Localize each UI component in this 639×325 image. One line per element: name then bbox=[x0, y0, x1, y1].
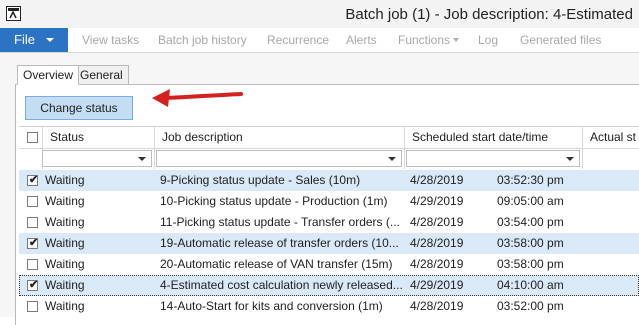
row-select-checkbox[interactable] bbox=[27, 301, 38, 312]
scheduled-time-cell: 03:52:00 pm bbox=[497, 299, 564, 313]
job-description-cell: 19-Automatic release of transfer orders … bbox=[160, 236, 399, 250]
job-description-cell: 4-Estimated cost calculation newly relea… bbox=[160, 278, 402, 292]
scheduled-date-cell: 4/29/2019 bbox=[410, 194, 464, 208]
job-description-cell: 20-Automatic release of VAN transfer (15… bbox=[160, 257, 393, 271]
chevron-down-icon bbox=[138, 157, 146, 161]
table-row[interactable]: Waiting 20-Automatic release of VAN trans… bbox=[19, 254, 639, 275]
status-filter-dropdown[interactable] bbox=[42, 150, 152, 167]
grid-header: Status Job description Scheduled start d… bbox=[19, 127, 639, 149]
scheduled-date-cell: 4/28/2019 bbox=[410, 299, 464, 313]
column-header-job-description[interactable]: Job description bbox=[162, 127, 243, 148]
column-header-status[interactable]: Status bbox=[50, 127, 84, 148]
scheduled-date-cell: 4/28/2019 bbox=[410, 257, 464, 271]
status-cell: Waiting bbox=[45, 173, 85, 187]
title-bar: Batch job (1) - Job description: 4-Estim… bbox=[0, 0, 639, 28]
status-cell: Waiting bbox=[45, 278, 85, 292]
checkmark-icon: ✔ bbox=[29, 279, 39, 291]
row-select-checkbox[interactable] bbox=[27, 196, 38, 207]
scheduled-date-cell: 4/28/2019 bbox=[410, 236, 464, 250]
action-pane: File View tasks Batch job history Recurr… bbox=[0, 28, 639, 53]
row-select-checkbox[interactable] bbox=[27, 217, 38, 228]
job-description-filter[interactable] bbox=[156, 150, 402, 167]
menu-view-tasks[interactable]: View tasks bbox=[82, 28, 139, 52]
scheduled-time-cell: 03:52:30 pm bbox=[497, 173, 564, 187]
filter-row bbox=[19, 149, 639, 169]
chevron-down-icon bbox=[453, 38, 460, 42]
chevron-down-icon bbox=[46, 38, 54, 42]
scheduled-start-filter[interactable] bbox=[406, 150, 580, 167]
job-description-cell: 10-Picking status update - Production (1… bbox=[160, 194, 388, 208]
menu-generated-files[interactable]: Generated files bbox=[520, 28, 601, 52]
scheduled-time-cell: 09:05:00 am bbox=[497, 194, 564, 208]
job-description-cell: 9-Picking status update - Sales (10m) bbox=[160, 173, 361, 187]
chevron-down-icon bbox=[566, 157, 574, 161]
row-select-checkbox[interactable] bbox=[27, 259, 38, 270]
tab-general[interactable]: General bbox=[74, 65, 129, 85]
status-cell: Waiting bbox=[45, 257, 85, 271]
table-row[interactable]: Waiting 11-Picking status update - Transf… bbox=[19, 212, 639, 233]
menu-alerts[interactable]: Alerts bbox=[346, 28, 377, 52]
table-row[interactable]: Waiting 10-Picking status update - Produc… bbox=[19, 191, 639, 212]
scheduled-time-cell: 03:58:00 pm bbox=[497, 257, 564, 271]
select-all-checkbox[interactable] bbox=[27, 132, 38, 143]
scheduled-time-cell: 03:58:00 pm bbox=[497, 236, 564, 250]
status-cell: Waiting bbox=[45, 299, 85, 313]
checkmark-icon: ✔ bbox=[29, 174, 39, 186]
status-cell: Waiting bbox=[45, 194, 85, 208]
checkmark-icon: ✔ bbox=[29, 237, 39, 249]
job-description-cell: 11-Picking status update - Transfer orde… bbox=[160, 215, 400, 229]
change-status-button[interactable]: Change status bbox=[25, 96, 133, 120]
status-cell: Waiting bbox=[45, 236, 85, 250]
menu-batch-job-history[interactable]: Batch job history bbox=[158, 28, 247, 52]
column-header-scheduled-start[interactable]: Scheduled start date/time bbox=[412, 127, 548, 148]
scheduled-date-cell: 4/29/2019 bbox=[410, 278, 464, 292]
window-title: Batch job (1) - Job description: 4-Estim… bbox=[345, 6, 633, 23]
row-select-checkbox[interactable]: ✔ bbox=[27, 279, 39, 291]
batch-job-grid: Status Job description Scheduled start d… bbox=[19, 126, 639, 318]
menu-functions[interactable]: Functions bbox=[398, 28, 460, 52]
job-description-cell: 14-Auto-Start for kits and conversion (1… bbox=[160, 299, 383, 313]
row-select-checkbox[interactable]: ✔ bbox=[27, 174, 39, 186]
menu-recurrence[interactable]: Recurrence bbox=[267, 28, 329, 52]
table-row[interactable]: ✔ Waiting 4-Estimated cost calculation new… bbox=[19, 275, 639, 296]
table-row[interactable]: ✔ Waiting 9-Picking status update - Sales … bbox=[19, 170, 639, 191]
table-row[interactable]: ✔ Waiting 19-Automatic release of transfer… bbox=[19, 233, 639, 254]
menu-log[interactable]: Log bbox=[478, 28, 498, 52]
status-cell: Waiting bbox=[45, 215, 85, 229]
column-header-actual-start[interactable]: Actual st bbox=[590, 127, 636, 148]
scheduled-time-cell: 03:54:00 pm bbox=[497, 215, 564, 229]
file-menu-button[interactable]: File bbox=[0, 28, 68, 52]
scheduled-date-cell: 4/28/2019 bbox=[410, 215, 464, 229]
tab-overview[interactable]: Overview bbox=[17, 65, 80, 85]
dynamics-ax-icon bbox=[6, 6, 21, 21]
table-row[interactable]: Waiting 14-Auto-Start for kits and conver… bbox=[19, 296, 639, 317]
scheduled-date-cell: 4/28/2019 bbox=[410, 173, 464, 187]
annotation-arrow-icon bbox=[152, 89, 243, 107]
menu-functions-label: Functions bbox=[398, 33, 451, 47]
file-menu-label: File bbox=[14, 32, 35, 47]
scheduled-time-cell: 04:10:00 am bbox=[497, 278, 564, 292]
chevron-down-icon bbox=[388, 157, 396, 161]
row-select-checkbox[interactable]: ✔ bbox=[27, 237, 39, 249]
